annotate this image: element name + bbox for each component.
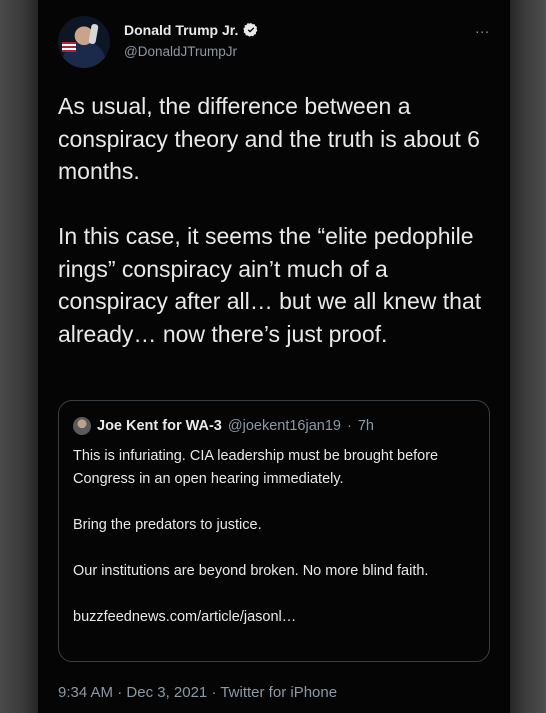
quoted-author-name[interactable]: Joe Kent for WA-3 bbox=[97, 418, 222, 434]
tweet-time[interactable]: 9:34 AM bbox=[58, 684, 113, 701]
quoted-tweet-header: Joe Kent for WA-3 @joekent16jan19 · 7h bbox=[73, 417, 374, 435]
quoted-link[interactable]: buzzfeednews.com/article/jasonl… bbox=[73, 606, 477, 629]
tweet-metadata: 9:34 AM · Dec 3, 2021 · Twitter for iPho… bbox=[58, 684, 337, 701]
quoted-author-avatar[interactable] bbox=[73, 417, 91, 435]
raised-arm-shape bbox=[88, 23, 99, 45]
meta-separator: · bbox=[207, 684, 221, 701]
author-avatar[interactable] bbox=[58, 16, 110, 68]
quoted-tweet[interactable]: Joe Kent for WA-3 @joekent16jan19 · 7h T… bbox=[58, 400, 490, 662]
more-options-icon[interactable]: ... bbox=[475, 20, 490, 36]
meta-separator: · bbox=[113, 684, 127, 701]
quoted-paragraph: Our institutions are beyond broken. No m… bbox=[73, 563, 429, 579]
author-name-row: Donald Trump Jr. bbox=[124, 22, 259, 38]
author-name[interactable]: Donald Trump Jr. bbox=[124, 22, 238, 38]
left-blurred-border bbox=[0, 0, 38, 713]
quoted-paragraph: This is infuriating. CIA leadership must… bbox=[73, 448, 439, 487]
separator-dot: · bbox=[346, 418, 352, 434]
verified-badge-icon bbox=[243, 22, 259, 38]
quoted-author-handle[interactable]: @joekent16jan19 bbox=[228, 418, 341, 434]
tweet-date[interactable]: Dec 3, 2021 bbox=[126, 684, 207, 701]
author-handle[interactable]: @DonaldJTrumpJr bbox=[124, 44, 237, 59]
quoted-tweet-body: This is infuriating. CIA leadership must… bbox=[73, 445, 477, 652]
quoted-paragraph: Bring the predators to justice. bbox=[73, 517, 262, 533]
tweet-body: As usual, the difference between a consp… bbox=[58, 93, 482, 347]
tweet-source: Twitter for iPhone bbox=[220, 684, 338, 701]
tweet-card: Donald Trump Jr. @DonaldJTrumpJr ... As … bbox=[38, 0, 510, 713]
quoted-timestamp[interactable]: 7h bbox=[358, 418, 374, 434]
right-blurred-border bbox=[510, 0, 546, 713]
flag-icon bbox=[62, 42, 76, 52]
